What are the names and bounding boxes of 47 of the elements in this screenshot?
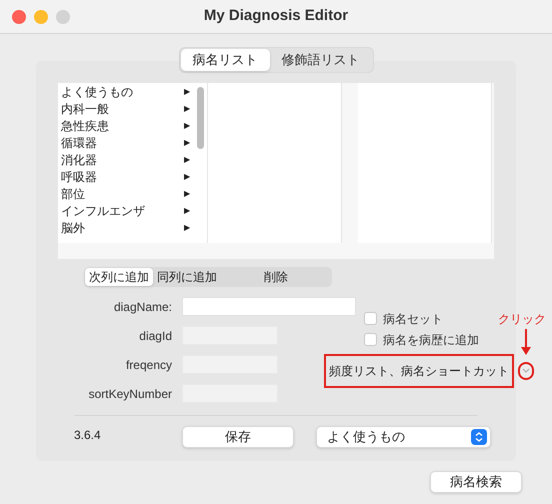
arrow-icon: ▶ xyxy=(184,170,190,182)
stepper-icon xyxy=(471,429,487,445)
search-button[interactable]: 病名検索 xyxy=(430,471,522,493)
disclosure-label: 頻度リスト、病名ショートカット xyxy=(324,354,514,388)
list-item[interactable]: よく使うもの ▶ xyxy=(58,83,193,100)
list-item[interactable]: 呼吸器 ▶ xyxy=(58,168,193,185)
list-item[interactable]: 循環器 ▶ xyxy=(58,134,193,151)
checkbox-box[interactable] xyxy=(364,312,377,325)
version-label: 3.6.4 xyxy=(74,427,102,444)
segment[interactable]: 削除 xyxy=(221,268,331,286)
arrow-icon: ▶ xyxy=(184,222,190,234)
arrow-icon xyxy=(521,329,531,355)
checkbox-box[interactable] xyxy=(364,333,377,346)
chevron-icon xyxy=(522,368,530,374)
input-field[interactable] xyxy=(182,297,356,316)
list-item[interactable]: 部位 ▶ xyxy=(58,185,193,202)
list-item[interactable]: インフルエンザ ▶ xyxy=(58,202,193,219)
arrow-icon: ▶ xyxy=(184,102,190,114)
list-item[interactable]: 消化器 ▶ xyxy=(58,151,193,168)
arrow-icon: ▶ xyxy=(184,188,190,200)
field-label: diagId xyxy=(138,328,173,344)
arrow-icon: ▶ xyxy=(184,154,190,166)
tab[interactable]: 修飾語リスト xyxy=(270,49,372,71)
annotation-label: クリック xyxy=(498,311,546,328)
close-icon[interactable] xyxy=(12,10,26,24)
scrollbar-thumb[interactable] xyxy=(196,87,204,149)
tab[interactable]: 病名リスト xyxy=(180,49,270,71)
list-item[interactable]: 急性疾患 ▶ xyxy=(58,117,193,134)
field-label: sortKeyNumber xyxy=(88,386,173,402)
checkbox[interactable]: 病名を病歴に追加 xyxy=(364,329,479,350)
checkbox[interactable]: 病名セット xyxy=(364,308,443,329)
category-select[interactable]: よく使うもの xyxy=(316,426,491,448)
field-label: diagName: xyxy=(112,298,173,316)
segment[interactable]: 次列に追加 xyxy=(85,268,153,286)
segment[interactable]: 同列に追加 xyxy=(153,268,221,286)
list-item[interactable]: 脳外 ▶ xyxy=(58,219,193,236)
arrow-icon: ▶ xyxy=(184,136,190,148)
save-button[interactable]: 保存 xyxy=(182,426,294,448)
zoom-icon[interactable] xyxy=(56,10,70,24)
arrow-icon: ▶ xyxy=(184,204,190,216)
arrow-icon: ▶ xyxy=(184,86,190,98)
arrow-icon: ▶ xyxy=(184,120,190,132)
minimize-icon[interactable] xyxy=(34,10,48,24)
field-label: freqency xyxy=(124,356,173,374)
list-item[interactable]: 内科一般 ▶ xyxy=(58,100,193,117)
window-title: My Diagnosis Editor xyxy=(204,6,348,26)
disclosure-button[interactable] xyxy=(518,362,534,380)
